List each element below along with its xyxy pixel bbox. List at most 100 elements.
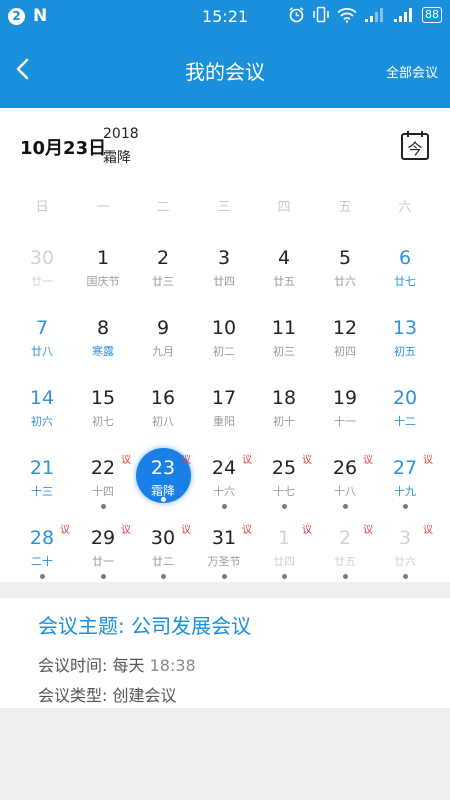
weekday-label: 二: [156, 200, 170, 215]
alarm-icon: [289, 7, 304, 23]
lunar-label: 廿五: [273, 275, 295, 288]
meeting-time: 会议时间: 每天 18:38: [38, 652, 196, 676]
date-cell[interactable]: 30 廿二议: [133, 525, 193, 591]
lunar-label: 廿五: [334, 555, 356, 568]
weekday-label: 日: [35, 200, 49, 215]
selected-date: 10月23日: [20, 138, 107, 159]
date-cell[interactable]: 20 十二: [375, 387, 435, 451]
page-title: 我的会议: [185, 60, 265, 84]
meeting-tag: 议: [121, 525, 131, 536]
calendar-today-icon: 今: [401, 131, 429, 160]
date-cell[interactable]: 16 初八: [133, 387, 193, 451]
date-cell[interactable]: 17 重阳: [194, 387, 254, 451]
date-cell[interactable]: 3 廿六议: [375, 525, 435, 591]
event-dot: [222, 504, 227, 509]
solar-term: 霜降: [103, 150, 131, 166]
event-dot: [101, 574, 106, 579]
date-cell[interactable]: 2 廿五议: [315, 525, 375, 591]
lunar-label: 廿二: [152, 555, 174, 568]
date-cell[interactable]: 2 廿三: [133, 247, 193, 311]
meeting-topic-value: 公司发展会议: [131, 614, 252, 638]
meeting-tag: 议: [181, 455, 191, 466]
date-cell[interactable]: 21 十三: [12, 457, 72, 521]
lunar-label: 二十: [31, 555, 53, 568]
lunar-label: 初八: [152, 415, 174, 428]
date-cell[interactable]: 14 初六: [12, 387, 72, 451]
date-cell[interactable]: 6 廿七: [375, 247, 435, 311]
lunar-label: 十七: [273, 485, 295, 498]
meeting-topic: 会议主题: 公司发展会议: [38, 610, 251, 639]
date-cell[interactable]: 1 廿四议: [254, 525, 314, 591]
date-cell[interactable]: 3 廿四: [194, 247, 254, 311]
lunar-label: 初四: [334, 345, 356, 358]
date-cell[interactable]: 10 初二: [194, 317, 254, 381]
event-dot: [403, 574, 408, 579]
lunar-label: 十三: [31, 485, 53, 498]
date-cell[interactable]: 7 廿八: [12, 317, 72, 381]
date-cell[interactable]: 4 廿五: [254, 247, 314, 311]
meeting-tag: 议: [60, 525, 70, 536]
date-cell[interactable]: 15 初七: [73, 387, 133, 451]
date-cell[interactable]: 9 九月: [133, 317, 193, 381]
date-number: 3: [217, 247, 231, 269]
lunar-label: 初二: [213, 345, 235, 358]
date-cell[interactable]: 29 廿一议: [73, 525, 133, 591]
date-cell[interactable]: 22 十四议: [73, 455, 133, 521]
date-cell[interactable]: 26 十八议: [315, 455, 375, 521]
event-dot: [161, 497, 166, 502]
date-cell[interactable]: 28 二十议: [12, 525, 72, 591]
lunar-label: 十二: [394, 415, 416, 428]
date-number: 30: [29, 247, 55, 269]
date-number: 10: [211, 317, 237, 339]
date-cell[interactable]: 5 廿六: [315, 247, 375, 311]
vibrate-icon: [313, 6, 329, 23]
lunar-label: 重阳: [213, 415, 235, 428]
weekday-header: 日一二三四五六: [0, 196, 450, 220]
date-cell[interactable]: 27 十九议: [375, 455, 435, 521]
lunar-label: 廿一: [31, 275, 53, 288]
date-number: 12: [332, 317, 358, 339]
date-cell[interactable]: 30 廿一: [12, 247, 72, 311]
event-dot: [343, 504, 348, 509]
date-number: 2: [156, 247, 170, 269]
event-dot: [161, 574, 166, 579]
date-number: 14: [29, 387, 55, 409]
lunar-label: 十四: [92, 485, 114, 498]
all-meetings-button[interactable]: 全部会议: [386, 62, 438, 81]
lunar-label: 廿一: [92, 555, 114, 568]
date-cell[interactable]: 12 初四: [315, 317, 375, 381]
meeting-tag: 议: [302, 455, 312, 466]
date-number: 8: [96, 317, 110, 339]
lunar-label: 十六: [213, 485, 235, 498]
date-number: 13: [392, 317, 418, 339]
date-cell[interactable]: 24 十六议: [194, 455, 254, 521]
lunar-label: 廿六: [334, 275, 356, 288]
weekday-label: 五: [338, 200, 352, 215]
today-button[interactable]: 今: [400, 129, 430, 161]
date-cell[interactable]: 11 初三: [254, 317, 314, 381]
date-cell-selected[interactable]: 23 霜降议: [133, 448, 193, 521]
weekday-label: 三: [217, 200, 231, 215]
wifi-icon: [337, 7, 357, 23]
status-bar: 2 N 15:21 88: [0, 0, 450, 32]
date-cell[interactable]: 19 十一: [315, 387, 375, 451]
app-bar: 我的会议 全部会议: [0, 32, 450, 108]
date-cell[interactable]: 25 十七议: [254, 455, 314, 521]
signal-icon: [365, 7, 383, 22]
lunar-label: 初七: [92, 415, 114, 428]
selected-year: 2018: [103, 126, 139, 142]
lunar-label: 初六: [31, 415, 53, 428]
event-dot: [343, 574, 348, 579]
event-dot: [403, 504, 408, 509]
meeting-tag: 议: [121, 455, 131, 466]
meeting-tag: 议: [423, 525, 433, 536]
date-cell[interactable]: 18 初十: [254, 387, 314, 451]
lunar-label: 寒露: [92, 345, 114, 358]
weekday-label: 六: [398, 200, 412, 215]
date-cell[interactable]: 8 寒露: [73, 317, 133, 381]
date-cell[interactable]: 13 初五: [375, 317, 435, 381]
lunar-label: 廿四: [273, 555, 295, 568]
meeting-card[interactable]: 会议主题: 公司发展会议 会议时间: 每天 18:38 会议类型: 创建会议: [0, 598, 450, 708]
date-cell[interactable]: 1 国庆节: [73, 247, 133, 311]
date-cell[interactable]: 31 万圣节议: [194, 525, 254, 591]
